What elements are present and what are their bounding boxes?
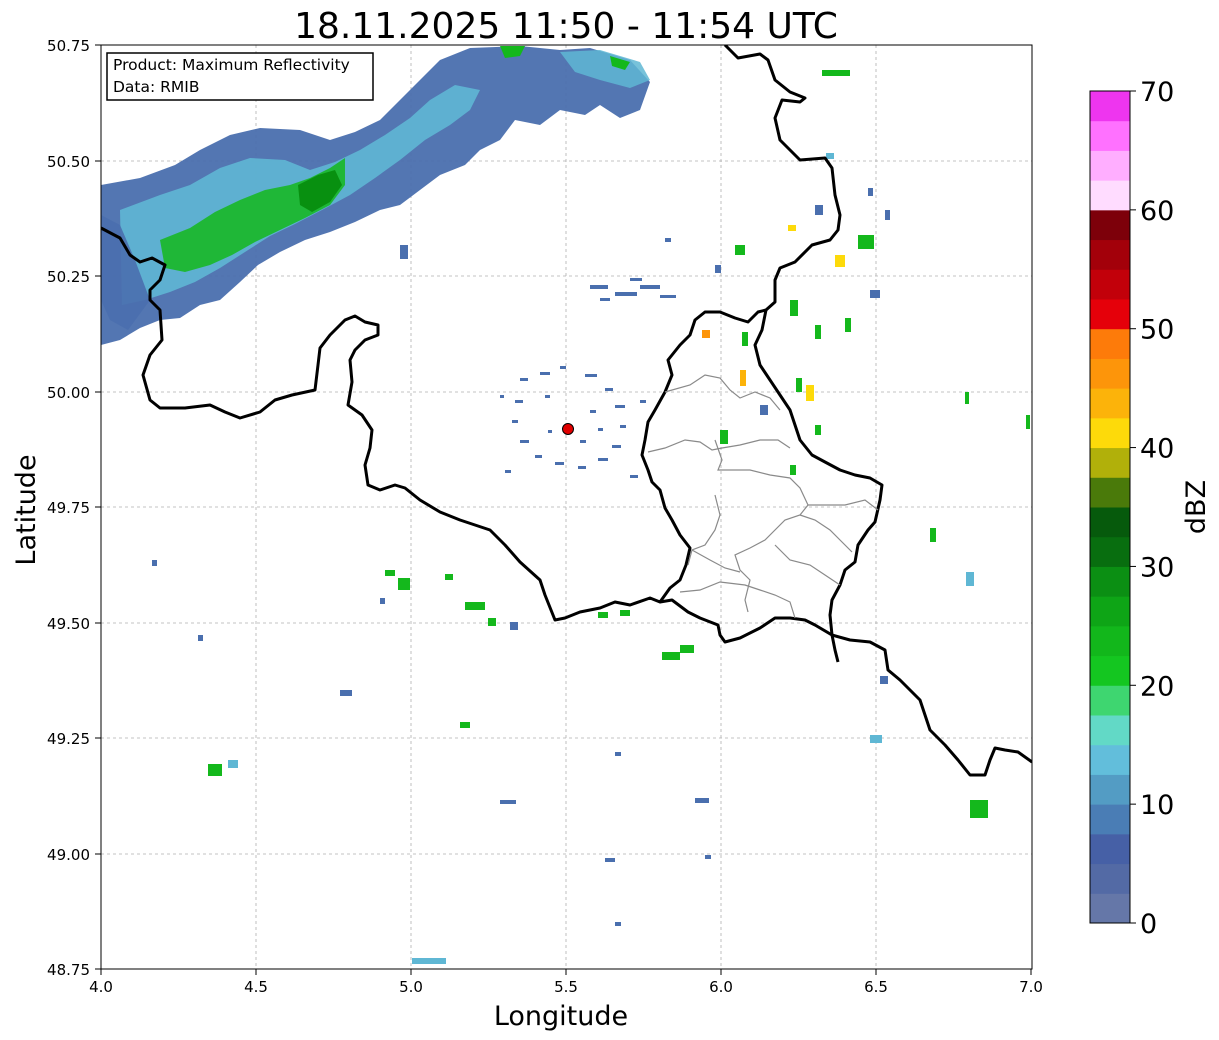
y-tick-label: 50.00 <box>47 384 90 402</box>
colorbar-segment <box>1090 833 1130 865</box>
colorbar-segment <box>1090 507 1130 538</box>
colorbar-segment <box>1090 358 1130 389</box>
colorbar-segment <box>1090 863 1130 894</box>
x-tick-label: 6.5 <box>864 978 888 996</box>
colorbar-title: dBZ <box>1181 480 1212 534</box>
colorbar-segment <box>1090 685 1130 716</box>
colorbar-tick-label: 10 <box>1140 790 1174 821</box>
y-axis-title: Latitude <box>11 454 42 565</box>
colorbar-segment <box>1090 804 1130 835</box>
colorbar-ticks: 0 10 20 30 40 50 60 70 <box>1130 77 1174 940</box>
map-plot-area: Product: Maximum Reflectivity Data: RMIB <box>100 44 1033 970</box>
radar-site-marker <box>562 423 574 435</box>
colorbar-segment <box>1090 447 1130 478</box>
colorbar-tick-label: 70 <box>1140 77 1174 108</box>
y-tick-label: 50.25 <box>47 268 90 286</box>
colorbar-tick-label: 0 <box>1140 909 1157 940</box>
y-tick-label: 49.25 <box>47 730 90 748</box>
radar-map-figure: 18.11.2025 11:50 - 11:54 UTC Product: Ma… <box>11 6 1212 1032</box>
info-box: Product: Maximum Reflectivity Data: RMIB <box>106 52 374 101</box>
x-tick-label: 6.0 <box>709 978 733 996</box>
colorbar-segment <box>1090 893 1130 924</box>
y-tick-label: 49.00 <box>47 846 90 864</box>
colorbar-segment <box>1090 566 1130 597</box>
colorbar-segment <box>1090 477 1130 508</box>
x-axis-title: Longitude <box>494 1001 628 1032</box>
colorbar-segment <box>1090 715 1130 746</box>
x-tick-label: 5.5 <box>554 978 578 996</box>
colorbar-segment <box>1090 596 1130 627</box>
colorbar-tick-label: 20 <box>1140 671 1174 702</box>
x-tick-label: 5.0 <box>399 978 423 996</box>
colorbar-segment <box>1090 744 1130 775</box>
colorbar-segment <box>1090 328 1130 359</box>
colorbar-segment <box>1090 239 1130 270</box>
colorbar-segment <box>1090 774 1130 805</box>
colorbar-segment <box>1090 269 1130 300</box>
x-tick-label: 4.5 <box>244 978 268 996</box>
colorbar-segment <box>1090 625 1130 657</box>
y-tick-label: 48.75 <box>47 961 90 979</box>
colorbar-segment <box>1090 655 1130 686</box>
plot-title: 18.11.2025 11:50 - 11:54 UTC <box>294 6 838 47</box>
colorbar-segment <box>1090 150 1130 181</box>
colorbar: 0 10 20 30 40 50 60 70 dBZ <box>1089 77 1212 940</box>
colorbar-segment <box>1090 299 1130 330</box>
colorbar-segment <box>1090 388 1130 419</box>
info-product: Product: Maximum Reflectivity <box>113 56 350 74</box>
colorbar-color-segments <box>1090 91 1130 924</box>
colorbar-segment <box>1090 209 1130 241</box>
x-tick-label: 4.0 <box>89 978 113 996</box>
colorbar-segment <box>1090 180 1130 211</box>
colorbar-tick-label: 50 <box>1140 315 1174 346</box>
colorbar-tick-label: 60 <box>1140 196 1174 227</box>
info-data-source: Data: RMIB <box>113 78 200 96</box>
x-axis: 4.0 4.5 5.0 5.5 6.0 6.5 7.0 Longitude <box>89 969 1043 1032</box>
y-axis: 50.75 50.50 50.25 50.00 49.75 49.50 49.2… <box>11 37 101 979</box>
y-tick-label: 50.75 <box>47 37 90 55</box>
y-tick-label: 49.50 <box>47 615 90 633</box>
y-tick-label: 50.50 <box>47 153 90 171</box>
colorbar-segment <box>1090 536 1130 567</box>
colorbar-tick-label: 40 <box>1140 434 1174 465</box>
colorbar-segment <box>1090 120 1130 151</box>
y-tick-label: 49.75 <box>47 499 90 517</box>
colorbar-tick-label: 30 <box>1140 552 1174 583</box>
colorbar-segment <box>1090 417 1130 449</box>
colorbar-segment <box>1090 91 1130 122</box>
x-tick-label: 7.0 <box>1019 978 1043 996</box>
